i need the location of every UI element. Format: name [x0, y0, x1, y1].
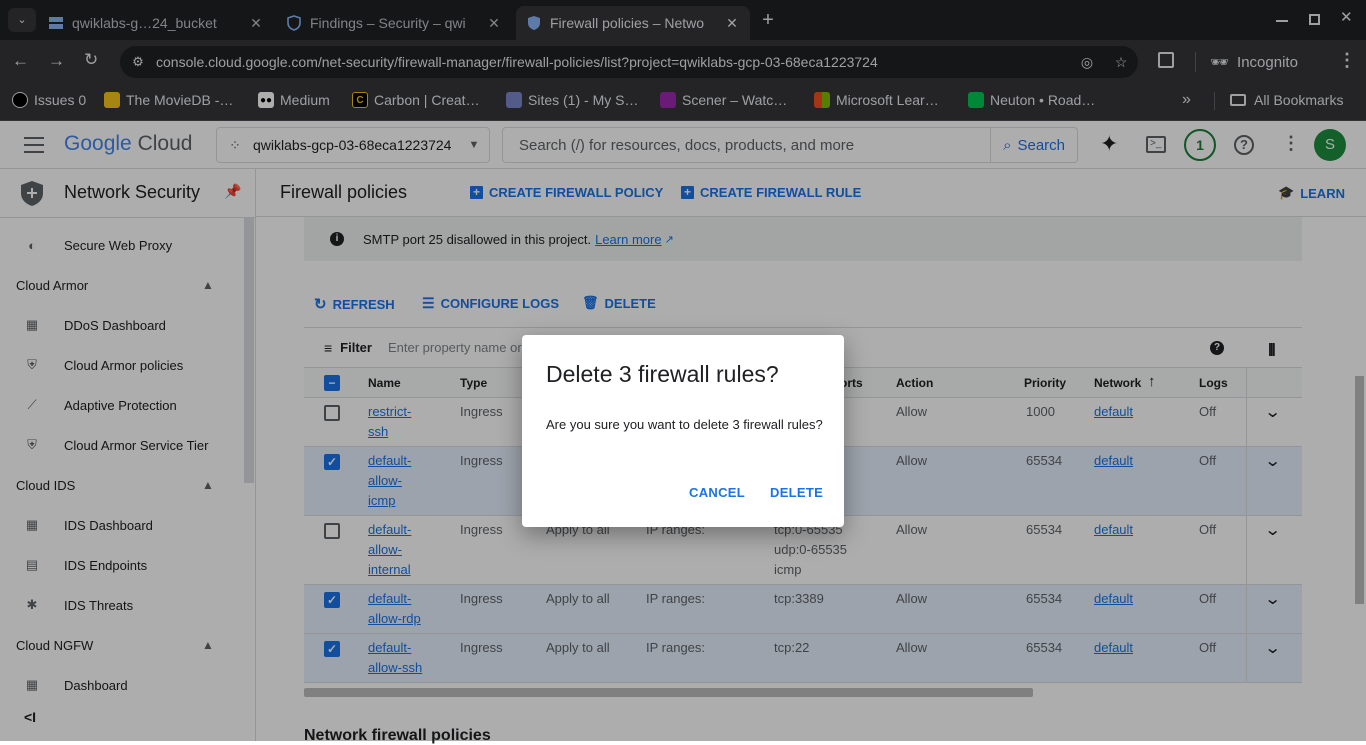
dialog-body: Are you sure you want to delete 3 firewa… — [546, 417, 823, 432]
dialog-title: Delete 3 firewall rules? — [546, 361, 779, 387]
confirm-delete-button[interactable]: DELETE — [770, 485, 823, 500]
cancel-button[interactable]: CANCEL — [689, 485, 745, 500]
delete-confirmation-dialog: Delete 3 firewall rules? Are you sure yo… — [522, 335, 844, 527]
